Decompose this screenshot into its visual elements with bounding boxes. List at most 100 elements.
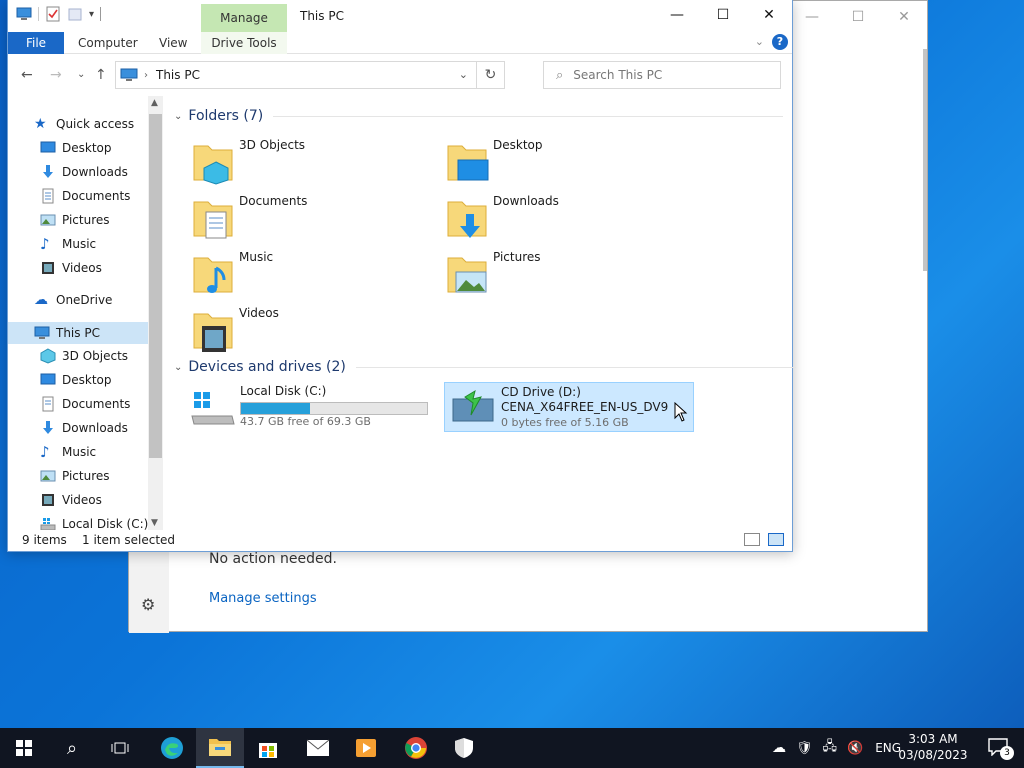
volume-muted-icon[interactable]: 🔇 [847,741,863,756]
title-bar: ▾ Manage This PC — ☐ ✕ [8,0,792,32]
mail-icon [306,739,330,756]
close-icon[interactable]: ✕ [746,0,792,30]
content-pane: ⌄ Folders (7) 3D Objects Desktop Documen… [168,96,796,530]
desktop-icon [40,141,56,153]
folder-downloads[interactable]: Downloads [422,194,672,244]
sidebar-item-label: Desktop [62,141,112,155]
cloud-icon[interactable]: ☁ [772,740,786,756]
cd-drive-icon [452,389,494,422]
help-icon[interactable]: ? [772,34,788,50]
background-scrollbar[interactable] [923,49,927,271]
sidebar-item-documents[interactable]: Documents 📌 [40,185,130,207]
collapse-chevron-icon[interactable]: ⌄ [174,362,182,373]
this-pc-icon [120,68,138,81]
folder-documents[interactable]: Documents [168,194,418,244]
sidebar-item-pc-downloads[interactable]: Downloads [40,417,128,439]
taskbar-chrome[interactable] [392,728,440,768]
search-box[interactable]: ⌕ [543,61,781,89]
manage-contextual-tab[interactable]: Manage [201,4,287,32]
sidebar-item-downloads[interactable]: Downloads 📌 [40,161,128,183]
downloads-icon [43,421,53,434]
group-divider [273,116,784,117]
drive-local-disk-c[interactable]: Local Disk (C:) 43.7 GB free of 69.3 GB [184,382,434,432]
downloads-icon [43,165,53,178]
new-folder-icon[interactable] [67,6,83,22]
search-button[interactable]: ⌕ [48,728,96,768]
notification-center-button[interactable]: 3 [988,738,1014,760]
sidebar-item-pc-pictures[interactable]: Pictures [40,465,110,487]
sidebar-item-quick-access[interactable]: ★ Quick access [34,113,134,135]
devices-group-header[interactable]: ⌄ Devices and drives (2) [174,357,796,377]
status-text: No action needed. [209,551,337,567]
sidebar-item-this-pc[interactable]: This PC [34,322,100,344]
large-icons-view-icon[interactable] [768,533,784,546]
sidebar-item-pc-music[interactable]: ♪ Music [40,441,96,463]
scroll-thumb[interactable] [149,114,162,458]
scroll-down-icon[interactable]: ▼ [151,518,158,528]
customize-qat-icon[interactable]: ▾ [89,9,94,20]
sidebar-item-pc-videos[interactable]: Videos [40,489,102,511]
folders-group-header[interactable]: ⌄ Folders (7) [174,106,784,126]
taskbar-security[interactable] [440,728,488,768]
folder-music[interactable]: Music [168,250,418,300]
back-arrow-icon[interactable]: ← [21,67,33,83]
3d-objects-icon [40,348,56,364]
search-icon: ⌕ [66,737,78,759]
clock[interactable]: 3:03 AM 03/08/2023 [898,731,968,763]
expand-ribbon-icon[interactable]: ⌄ [755,35,764,48]
tab-file[interactable]: File [8,32,64,54]
forward-arrow-icon[interactable]: → [50,67,62,83]
taskbar-media-player[interactable] [342,728,390,768]
tab-computer[interactable]: Computer [66,32,150,54]
recent-locations-icon[interactable]: ⌄ [77,69,85,80]
sidebar-item-label: Pictures [62,213,110,227]
maximize-icon[interactable]: ☐ [700,0,746,30]
manage-settings-link[interactable]: Manage settings [209,591,317,606]
folder-desktop[interactable]: Desktop [422,138,672,188]
clock-time: 3:03 AM [908,732,958,746]
sidebar-item-videos[interactable]: Videos [40,257,102,279]
breadcrumb-chevron-icon[interactable]: › [144,70,148,81]
sidebar-item-pc-desktop[interactable]: Desktop [40,369,112,391]
sidebar-item-pictures[interactable]: Pictures 📌 [40,209,110,231]
refresh-icon[interactable]: ↻ [476,62,504,88]
folder-videos[interactable]: Videos [168,306,418,356]
address-dropdown-icon[interactable]: ⌄ [459,68,468,81]
collapse-chevron-icon[interactable]: ⌄ [174,111,182,122]
sidebar-item-3d-objects[interactable]: 3D Objects [40,345,128,367]
up-arrow-icon[interactable]: ↑ [95,67,107,83]
tab-view[interactable]: View [147,32,199,54]
breadcrumb[interactable]: This PC [156,68,200,82]
properties-icon[interactable] [45,6,61,22]
sidebar-item-local-disk[interactable]: Local Disk (C:) [40,513,148,530]
network-icon[interactable]: 🖧 [823,737,838,759]
search-input[interactable] [573,68,764,82]
gear-icon[interactable]: ⚙ [141,597,157,613]
taskbar-file-explorer[interactable] [196,728,244,768]
sidebar-item-pc-documents[interactable]: Documents [40,393,130,415]
tab-drive-tools[interactable]: Drive Tools [201,32,287,54]
sidebar-item-label: Pictures [62,469,110,483]
start-button[interactable] [0,728,48,768]
close-icon[interactable]: ✕ [881,1,927,33]
folder-pictures[interactable]: Pictures [422,250,672,300]
drive-cd-d[interactable]: CD Drive (D:) CENA_X64FREE_EN-US_DV9 0 b… [444,382,694,432]
sidebar-item-music[interactable]: ♪ Music [40,233,96,255]
sidebar-item-desktop[interactable]: Desktop 📌 [40,137,112,159]
security-tray-icon[interactable]: 🛡 [796,741,813,756]
folder-3d-objects[interactable]: 3D Objects [168,138,418,188]
task-view-button[interactable] [96,728,144,768]
address-bar[interactable]: › This PC ⌄ ↻ [115,61,505,89]
nav-scrollbar[interactable]: ▲ ▼ [148,96,163,530]
desktop-icon [40,373,56,385]
minimize-icon[interactable]: — [654,0,700,30]
chrome-icon [405,737,427,759]
taskbar-store[interactable] [244,728,292,768]
sidebar-item-onedrive[interactable]: ☁ OneDrive [34,289,112,311]
minimize-icon[interactable]: — [789,1,835,33]
taskbar-edge[interactable] [148,728,196,768]
maximize-icon[interactable]: ☐ [835,1,881,33]
scroll-up-icon[interactable]: ▲ [151,98,158,108]
details-view-icon[interactable] [744,533,760,546]
taskbar-mail[interactable] [294,728,342,768]
